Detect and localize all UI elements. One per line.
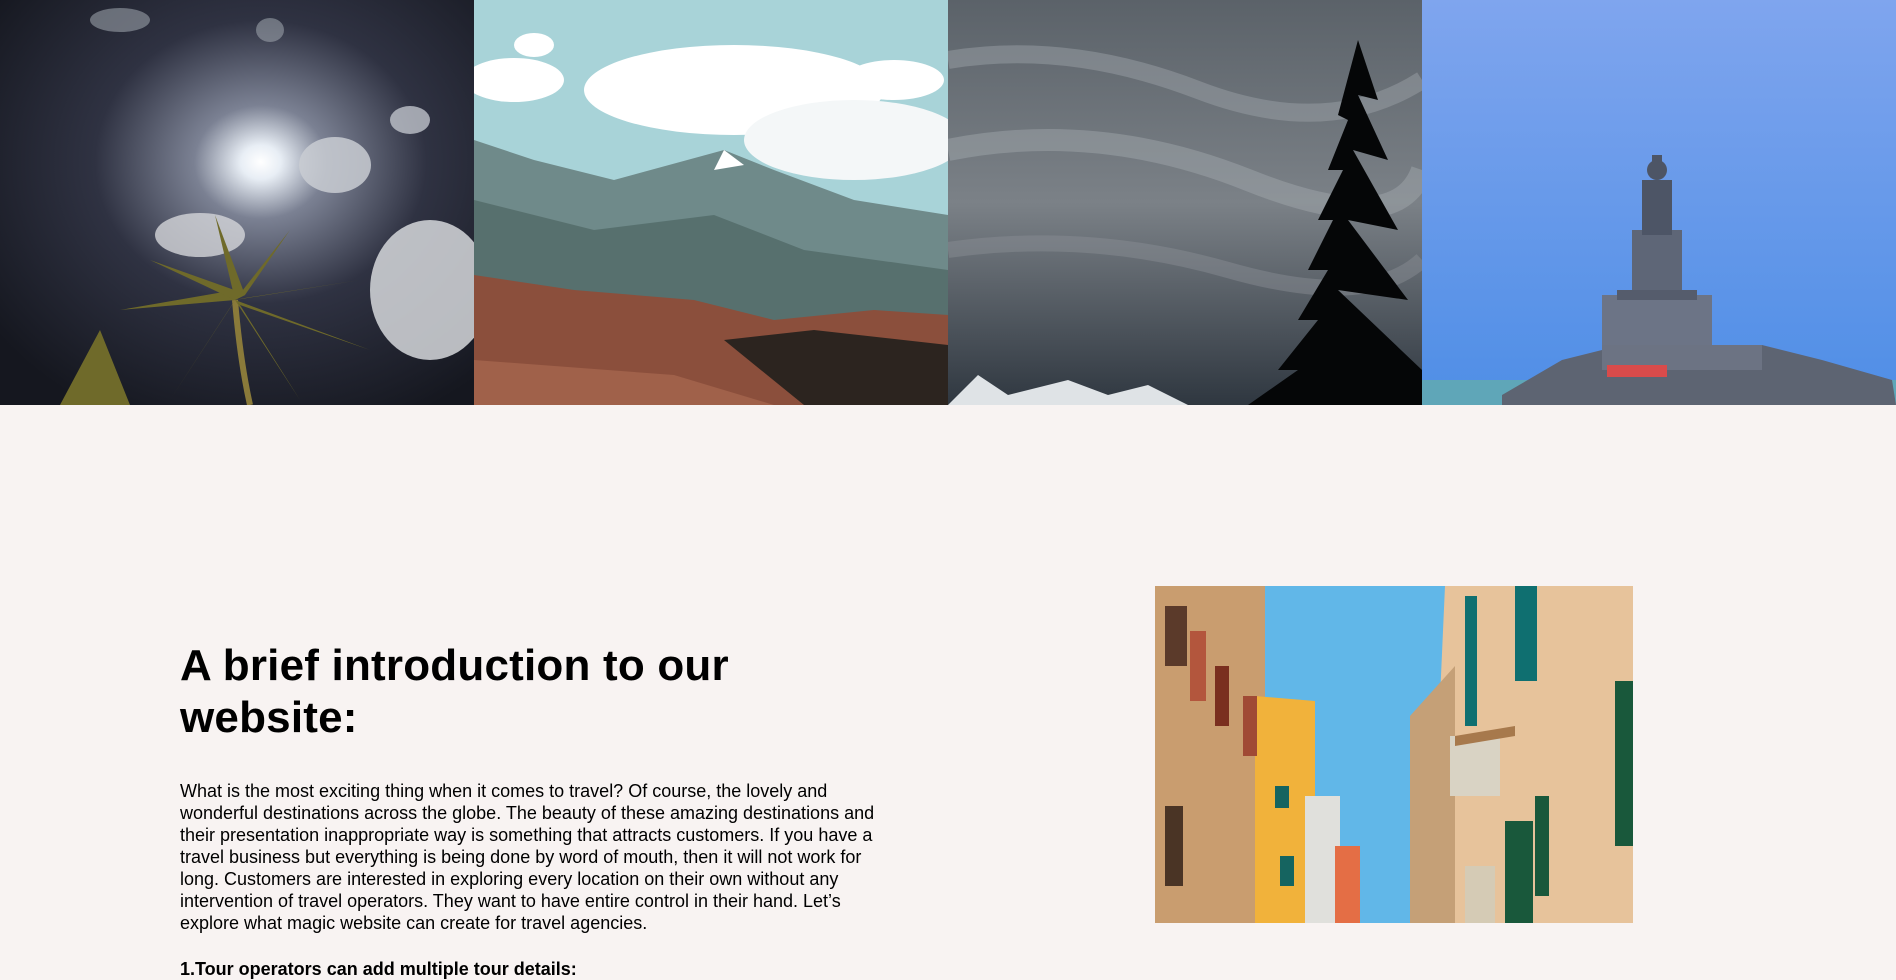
photo-gallery [0,0,1896,405]
gallery-image-mountains [474,0,948,405]
street-photo [1155,586,1633,923]
intro-paragraph: What is the most exciting thing when it … [180,781,875,933]
intro-section: A brief introduction to our website: Wha… [180,640,900,980]
gallery-image-cloudy-pine [948,0,1422,405]
intro-heading: A brief introduction to our website: [180,641,729,742]
intro-subheading: 1.Tour operators can add multiple tour d… [180,959,577,979]
gallery-image-statue-island [1422,0,1896,405]
gallery-image-palm-sun [0,0,474,405]
